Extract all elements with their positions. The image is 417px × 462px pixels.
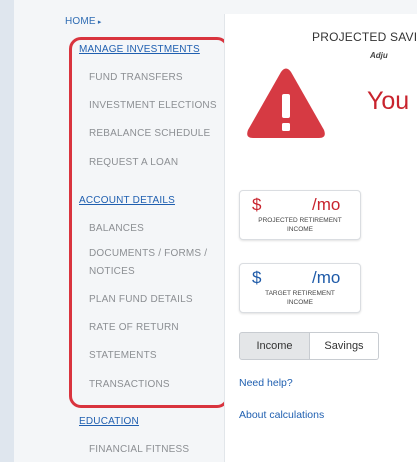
target-label-line-2: INCOME <box>287 299 313 306</box>
section-education[interactable]: EDUCATION <box>79 416 139 427</box>
adjust-subtitle: Adju <box>370 51 388 60</box>
nav-item-balances[interactable]: BALANCES <box>89 219 144 238</box>
target-income-card: $ /mo TARGET RETIREMENT INCOME <box>239 263 361 313</box>
projected-income-card: $ /mo PROJECTED RETIREMENT INCOME <box>239 190 361 240</box>
chevron-right-icon: ▸ <box>97 19 102 26</box>
nav-item-transactions[interactable]: TRANSACTIONS <box>89 375 170 394</box>
warning-triangle-icon <box>247 68 325 138</box>
nav-item-fund-transfers[interactable]: FUND TRANSFERS <box>89 68 183 87</box>
nav-item-financial-fitness[interactable]: FINANCIAL FITNESS <box>89 440 189 459</box>
alert-message: You <box>367 87 410 115</box>
nav-item-investment-elections[interactable]: INVESTMENT ELECTIONS <box>89 96 217 115</box>
target-per-month: /mo <box>312 268 341 287</box>
section-account-details[interactable]: ACCOUNT DETAILS <box>79 195 175 206</box>
projected-label-line-2: INCOME <box>287 226 313 233</box>
home-link[interactable]: HOME ▸ <box>65 16 102 27</box>
need-help-link[interactable]: Need help? <box>239 377 293 389</box>
savings-toggle-button[interactable]: Savings <box>310 332 379 360</box>
nav-item-plan-fund-details[interactable]: PLAN FUND DETAILS <box>89 290 193 309</box>
about-calculations-link[interactable]: About calculations <box>239 409 324 421</box>
income-savings-toggle: Income Savings <box>239 332 379 360</box>
target-label-line-1: TARGET RETIREMENT <box>265 290 335 297</box>
target-income-label: TARGET RETIREMENT INCOME <box>240 289 360 307</box>
section-manage-investments[interactable]: MANAGE INVESTMENTS <box>79 44 200 55</box>
nav-item-notices[interactable]: NOTICES <box>89 262 135 281</box>
page-title: PROJECTED SAVI <box>312 30 417 44</box>
nav-item-rate-of-return[interactable]: RATE OF RETURN <box>89 318 179 337</box>
home-label[interactable]: HOME <box>65 16 96 27</box>
nav-item-rebalance-schedule[interactable]: REBALANCE SCHEDULE <box>89 124 210 143</box>
main-panel: PROJECTED SAVI Adju You $ /mo PROJECTED … <box>224 14 417 462</box>
projected-income-label: PROJECTED RETIREMENT INCOME <box>240 216 360 234</box>
income-toggle-button[interactable]: Income <box>239 332 310 360</box>
target-dollar-sign: $ <box>252 268 262 287</box>
nav-item-request-a-loan[interactable]: REQUEST A LOAN <box>89 153 178 172</box>
nav-item-documents-forms[interactable]: DOCUMENTS / FORMS / <box>89 244 207 263</box>
left-navigation: HOME ▸ MANAGE INVESTMENTS FUND TRANSFERS … <box>14 0 229 462</box>
nav-item-statements[interactable]: STATEMENTS <box>89 346 157 365</box>
projected-label-line-1: PROJECTED RETIREMENT <box>258 217 342 224</box>
projected-per-month: /mo <box>312 195 341 214</box>
projected-dollar-sign: $ <box>252 195 262 214</box>
